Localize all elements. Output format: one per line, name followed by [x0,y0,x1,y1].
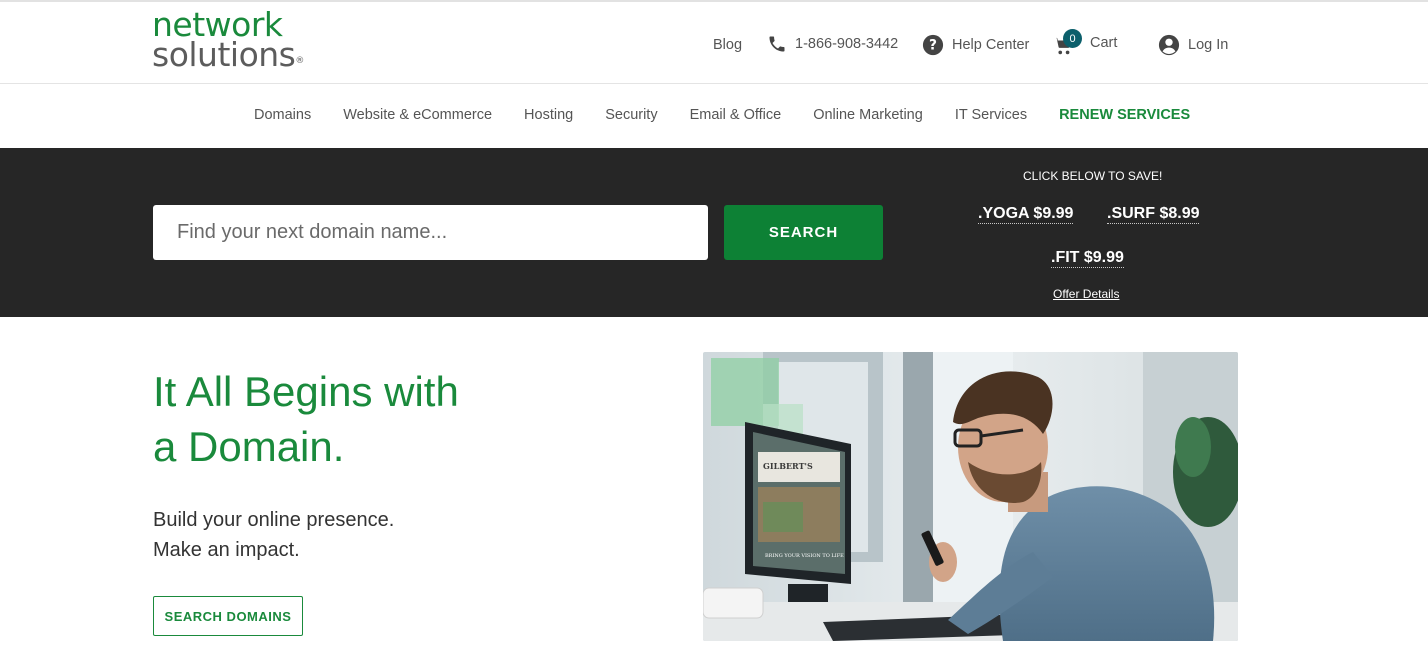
domain-search-input[interactable] [153,205,708,260]
offer-details-link[interactable]: Offer Details [1053,287,1119,301]
cart-icon-wrap: 0 [1052,29,1092,55]
hero-title: It All Begins with a Domain. [153,364,459,474]
blog-link[interactable]: Blog [713,37,742,53]
main-navigation: Domains Website & eCommerce Hosting Secu… [0,84,1428,148]
cart-link[interactable]: 0 Cart [1052,29,1118,55]
promo-fit-link[interactable]: .FIT $9.99 [1051,249,1124,268]
site-logo[interactable]: network solutions® [152,8,304,71]
logo-registered-mark: ® [295,56,304,66]
nav-item-hosting[interactable]: Hosting [524,107,573,123]
nav-list: Domains Website & eCommerce Hosting Secu… [254,107,1222,123]
user-icon [1158,34,1180,56]
hero-subtitle: Build your online presence. Make an impa… [153,505,394,565]
svg-text:?: ? [929,38,937,54]
nav-item-renew-services[interactable]: RENEW SERVICES [1059,107,1190,123]
promo-title: CLICK BELOW TO SAVE! [1023,169,1163,183]
promo-yoga-link[interactable]: .YOGA $9.99 [978,205,1074,224]
hero-subtitle-line2: Make an impact. [153,539,300,561]
nav-item-email-office[interactable]: Email & Office [690,107,782,123]
domain-search-band: SEARCH CLICK BELOW TO SAVE! .YOGA $9.99 … [0,148,1428,317]
hero-image: GILBERT'S BRING YOUR VISION TO LIFE [703,352,1238,641]
hero-title-line2: a Domain. [153,423,345,470]
hero-photo-illustration: GILBERT'S BRING YOUR VISION TO LIFE [703,352,1238,641]
nav-item-online-marketing[interactable]: Online Marketing [813,107,923,123]
login-label: Log In [1188,37,1229,53]
nav-item-website-ecommerce[interactable]: Website & eCommerce [343,107,492,123]
help-center-link[interactable]: ? Help Center [922,34,1029,56]
nav-item-it-services[interactable]: IT Services [955,107,1027,123]
hero-title-line1: It All Begins with [153,368,459,415]
search-domains-button[interactable]: SEARCH DOMAINS [153,596,303,636]
logo-text-solutions-word: solutions [152,35,296,74]
cart-count-badge: 0 [1063,29,1082,48]
help-center-label: Help Center [952,37,1030,53]
nav-item-security[interactable]: Security [605,107,657,123]
hero-subtitle-line1: Build your online presence. [153,509,395,531]
promo-surf-link[interactable]: .SURF $8.99 [1107,205,1200,224]
phone-icon [769,36,785,52]
nav-item-domains[interactable]: Domains [254,107,311,123]
login-link[interactable]: Log In [1158,34,1228,56]
screen-site-title: GILBERT'S [763,461,813,471]
logo-text-solutions: solutions® [152,38,304,71]
search-button[interactable]: SEARCH [724,205,883,260]
site-header: network solutions® Blog 1-866-908-3442 ?… [0,0,1428,84]
cart-label: Cart [1090,35,1118,51]
help-icon: ? [922,34,944,56]
phone-link[interactable]: 1-866-908-3442 [767,34,898,54]
screen-site-tagline: BRING YOUR VISION TO LIFE [765,553,844,559]
phone-number: 1-866-908-3442 [795,36,899,52]
